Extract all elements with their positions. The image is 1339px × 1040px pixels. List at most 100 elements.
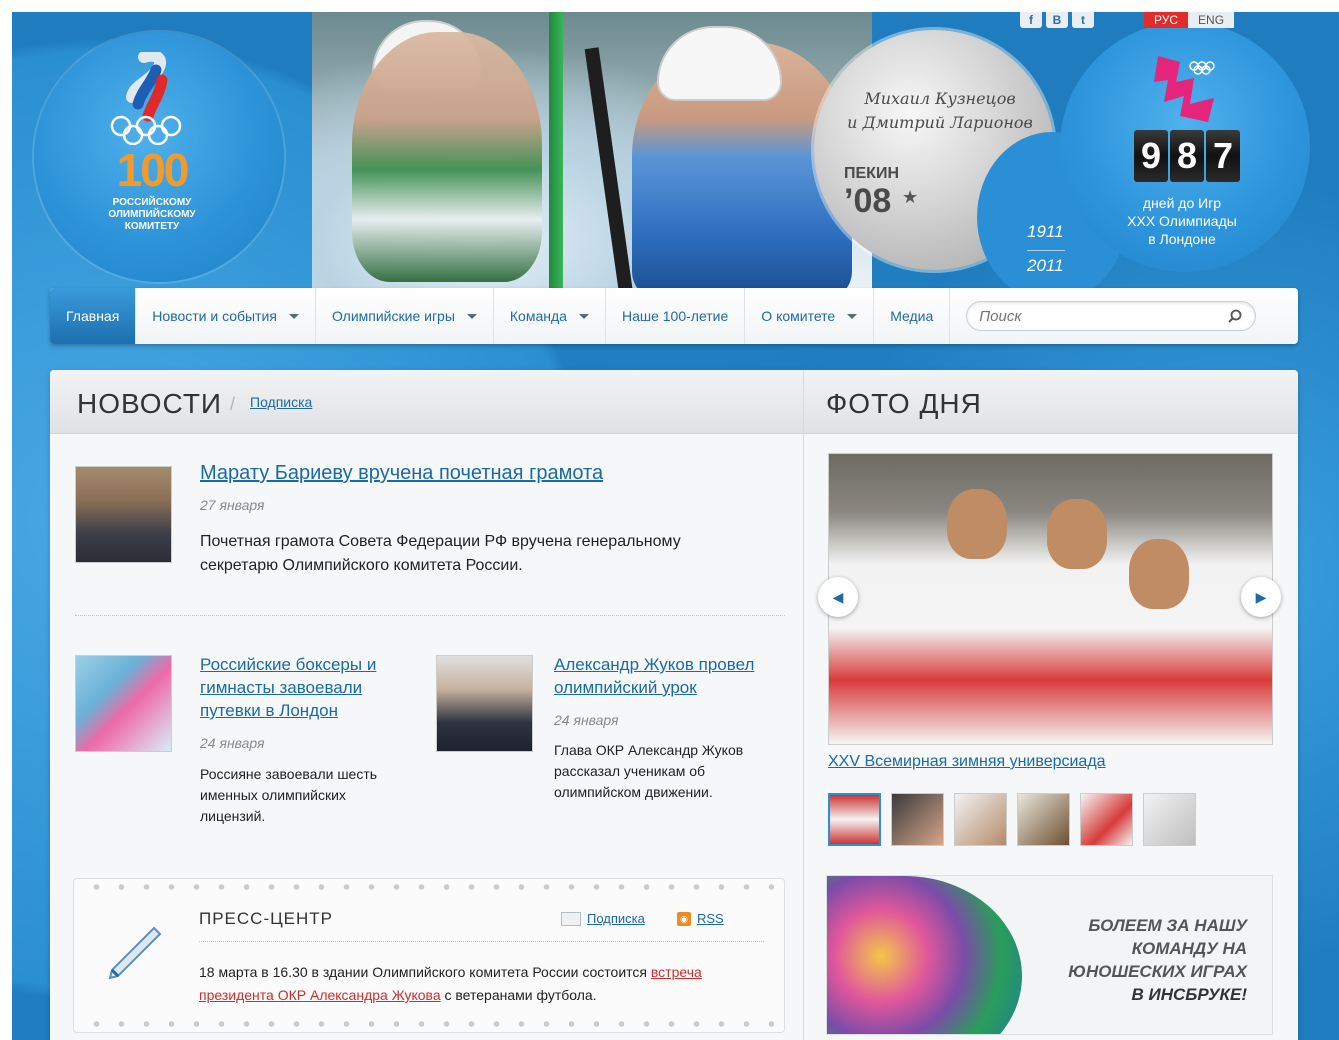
news-title-link[interactable]: Российские боксеры и гимнасты завоевали …	[200, 653, 400, 722]
athlete-helmet	[657, 26, 782, 101]
medal-city: ПЕКИН	[844, 165, 899, 182]
press-center-box: ПРЕСС-ЦЕНТР Подписка ◉ RSS 18 марта в 16…	[73, 878, 785, 1033]
nav-item-news[interactable]: Новости и события	[136, 288, 316, 344]
year-divider	[1027, 250, 1065, 251]
column-divider	[803, 370, 804, 1040]
nav-item-label: Медиа	[890, 308, 934, 324]
medal-year: ’08	[844, 182, 892, 220]
olympic-rings-icon	[110, 115, 182, 145]
chevron-down-icon	[847, 313, 858, 319]
countdown-counter: 9 8 7	[1134, 130, 1240, 182]
divider	[75, 615, 785, 616]
news-thumbnail[interactable]	[75, 466, 172, 563]
photo-thumbnail[interactable]	[828, 793, 881, 846]
countdown-caption-line: в Лондоне	[1148, 231, 1216, 247]
press-text: с ветеранами футбола.	[440, 987, 597, 1003]
heading-separator: /	[230, 394, 236, 414]
nav-item-centenary[interactable]: Наше 100-летие	[606, 288, 746, 344]
logo-caption: РОССИЙСКОМУ ОЛИМПИЙСКОМУ КОМИТЕТУ	[72, 197, 232, 233]
photo-of-day-image[interactable]	[828, 453, 1273, 745]
nav-item-label: Олимпийские игры	[331, 308, 455, 324]
panel-header	[50, 370, 1298, 434]
photo-thumbnail[interactable]	[1017, 793, 1070, 846]
content-panel: НОВОСТИ / Подписка ФОТО ДНЯ Марату Барие…	[50, 370, 1298, 1040]
nav-item-home[interactable]: Главная	[50, 288, 137, 344]
athlete-face	[1047, 499, 1107, 569]
pen-icon	[108, 926, 162, 980]
search-input[interactable]	[979, 307, 1228, 325]
logo-number: 100	[116, 144, 190, 196]
facebook-icon[interactable]: f	[1020, 12, 1042, 28]
countdown-caption-line: дней до Игр	[1142, 195, 1222, 211]
envelope-icon	[561, 911, 581, 926]
news-summary: Почетная грамота Совета Федерации РФ вру…	[200, 533, 681, 574]
nav-item-about[interactable]: О комитете	[745, 288, 875, 344]
nav-item-media[interactable]: Медиа	[874, 288, 951, 344]
logo-caption-line: ОЛИМПИЙСКОМУ	[108, 209, 196, 220]
decorative-dots	[84, 883, 774, 891]
photo-caption-link[interactable]: XXV Всемирная зимняя универсиада	[828, 753, 1106, 771]
rss-link[interactable]: RSS	[697, 911, 724, 926]
press-subscribe: Подписка	[561, 911, 645, 926]
social-links: f В t	[1020, 12, 1094, 28]
photo-thumbnail[interactable]	[954, 793, 1007, 846]
press-announcement: 18 марта в 16.30 в здании Олимпийского к…	[199, 961, 769, 1007]
countdown-digit: 7	[1206, 130, 1240, 182]
countdown-digit: 8	[1170, 130, 1204, 182]
news-summary: Глава ОКР Александр Жуков рассказал учен…	[554, 742, 744, 800]
photo-thumbnail[interactable]	[1080, 793, 1133, 846]
search-icon[interactable]	[1227, 308, 1243, 324]
chevron-left-icon[interactable]: ◀	[818, 577, 858, 617]
logo-caption-line: КОМИТЕТУ	[124, 221, 180, 232]
news-date: 24 января	[200, 735, 265, 751]
medal-name-line: и Дмитрий Ларионов	[847, 113, 1033, 132]
star-icon: ★	[902, 187, 919, 207]
nav-item-team[interactable]: Команда	[494, 288, 606, 344]
athlete-face	[947, 489, 1007, 559]
news-date: 24 января	[554, 712, 619, 728]
chevron-right-icon[interactable]: ▶	[1241, 577, 1281, 617]
banner-text: БОЛЕЕМ ЗА НАШУ КОМАНДУ НА ЮНОШЕСКИХ ИГРА…	[1052, 914, 1247, 1006]
nav-item-label: Команда	[509, 308, 567, 324]
nav-item-label: О комитете	[761, 308, 836, 324]
press-rss: ◉ RSS	[677, 911, 724, 926]
vkontakte-icon[interactable]: В	[1046, 12, 1068, 28]
medal-names: Михаил Кузнецов и Дмитрий Ларионов	[840, 87, 1040, 135]
main-nav: Главная Новости и события Олимпийские иг…	[50, 288, 1298, 344]
countdown-caption: дней до Игр XXX Олимпиады в Лондоне	[1112, 194, 1252, 248]
divider	[199, 941, 764, 942]
news-subscribe-link[interactable]: Подписка	[250, 394, 312, 410]
news-date: 27 января	[200, 497, 265, 513]
photo-thumbnails	[828, 793, 1196, 846]
press-center-title: ПРЕСС-ЦЕНТР	[199, 909, 334, 928]
year-start: 1911	[1027, 222, 1064, 241]
lang-ru-button[interactable]: РУС	[1144, 12, 1189, 28]
photo-thumbnail[interactable]	[891, 793, 944, 846]
paddle	[584, 47, 634, 297]
photo-of-day-heading: ФОТО ДНЯ	[826, 388, 982, 419]
search-box	[966, 301, 1257, 331]
header: 100 РОССИЙСКОМУ ОЛИМПИЙСКОМУ КОМИТЕТУ Ми…	[12, 12, 1339, 297]
countdown-caption-line: XXX Олимпиады	[1127, 213, 1237, 229]
youth-games-banner[interactable]: БОЛЕЕМ ЗА НАШУ КОМАНДУ НА ЮНОШЕСКИХ ИГРА…	[826, 875, 1273, 1035]
twitter-icon[interactable]: t	[1072, 12, 1094, 28]
banner-line: ЮНОШЕСКИХ ИГРАХ	[1068, 962, 1247, 981]
lang-en-button[interactable]: ENG	[1188, 12, 1235, 28]
slalom-pole	[549, 12, 563, 297]
nav-item-olympic-games[interactable]: Олимпийские игры	[316, 288, 494, 344]
news-thumbnail[interactable]	[75, 655, 172, 752]
press-subscribe-link[interactable]: Подписка	[587, 911, 645, 926]
chevron-down-icon	[466, 313, 477, 319]
london-2012-logo-icon[interactable]	[1150, 52, 1222, 124]
photo-thumbnail[interactable]	[1143, 793, 1196, 846]
chevron-down-icon	[578, 313, 589, 319]
year-end: 2011	[1027, 256, 1064, 275]
language-switcher: РУС ENG	[1144, 12, 1235, 28]
news-thumbnail[interactable]	[436, 655, 533, 752]
athlete-face	[1129, 539, 1189, 609]
nav-item-label: Новости и события	[152, 308, 277, 324]
news-title-link[interactable]: Александр Жуков провел олимпийский урок	[554, 653, 774, 699]
nav-item-label: Главная	[66, 308, 120, 324]
news-title-link[interactable]: Марату Бариеву вручена почетная грамота	[200, 462, 603, 485]
rss-icon: ◉	[677, 911, 691, 926]
